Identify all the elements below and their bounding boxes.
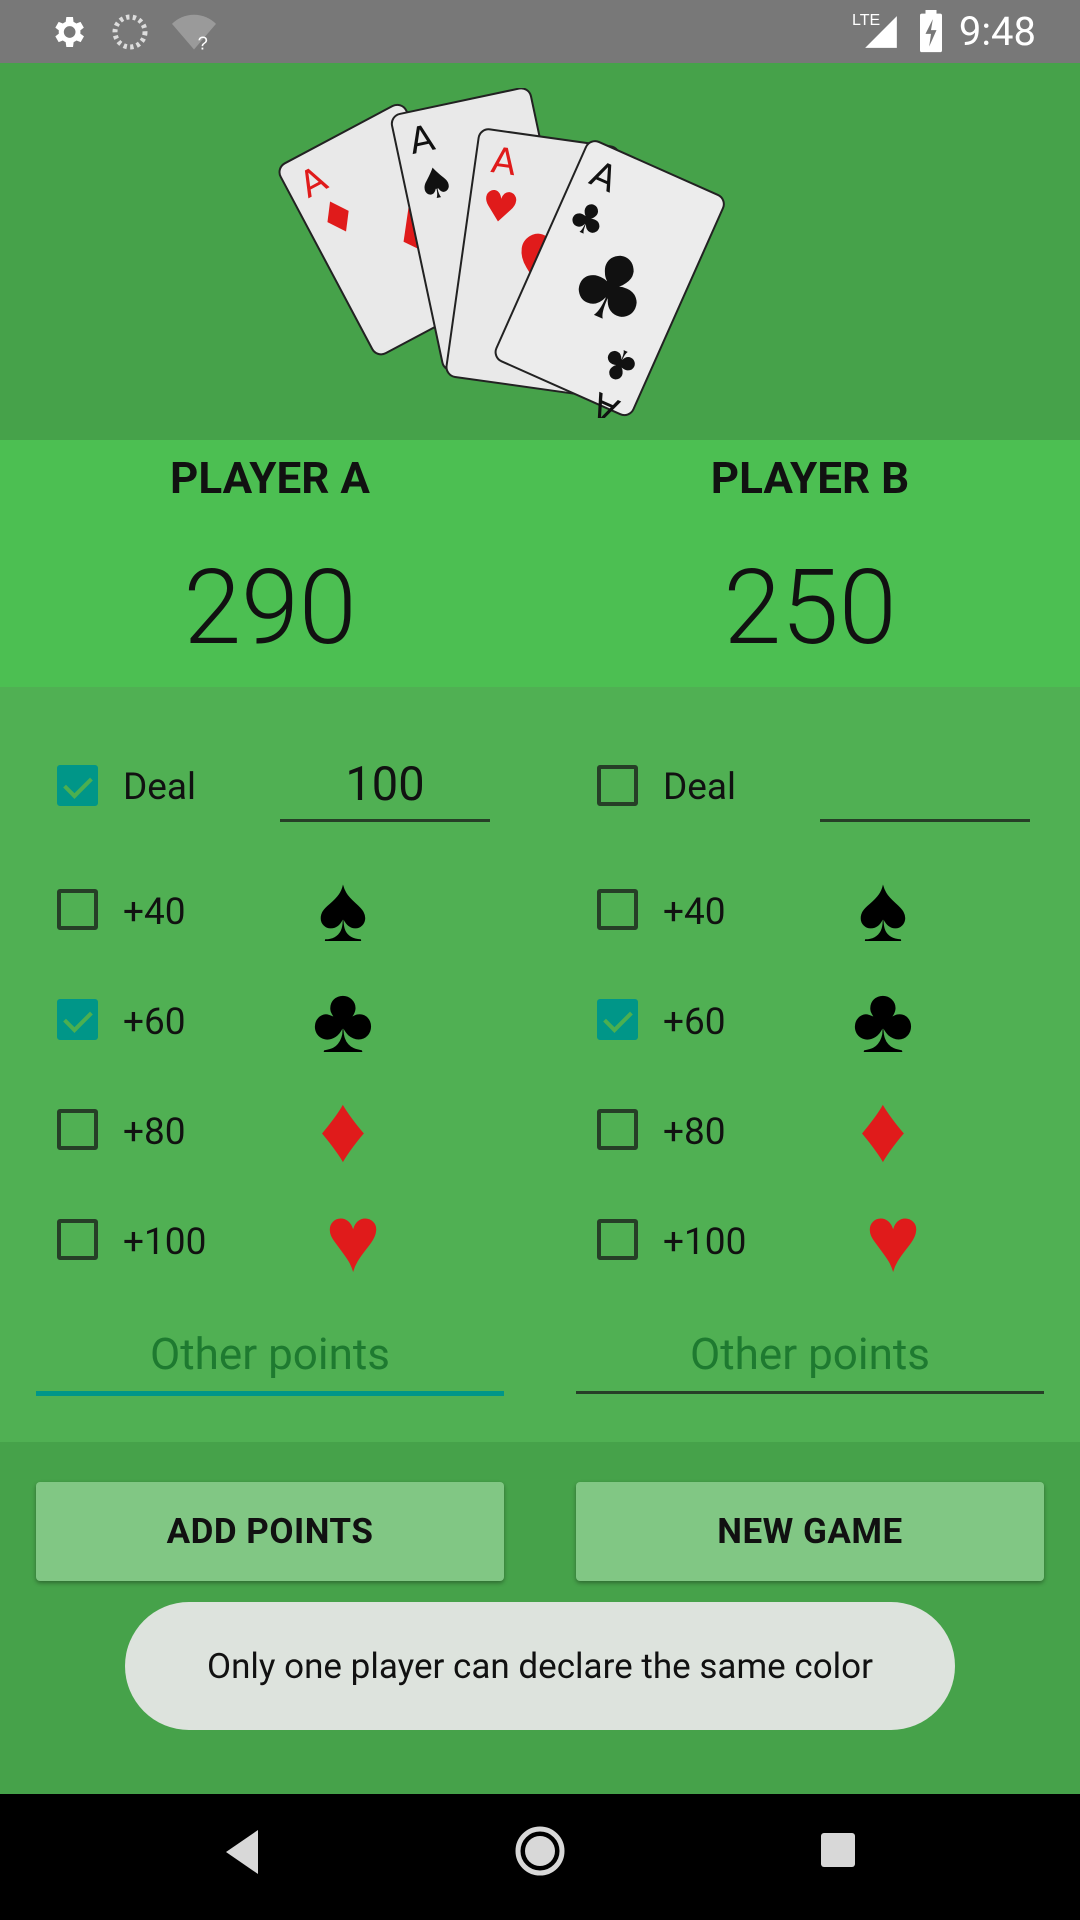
player-a-other-points-underline [36, 1391, 504, 1396]
add-points-button[interactable]: ADD POINTS [36, 1482, 504, 1581]
player-b-score: 250 [723, 548, 897, 669]
player-a-deal-checkbox[interactable] [57, 765, 98, 806]
player-a-deal-label: Deal [123, 766, 197, 809]
battery-charging-icon [920, 10, 942, 53]
player-b-deal-label: Deal [663, 766, 737, 809]
settings-icon [55, 17, 84, 47]
player-a-bonus-100-checkbox[interactable] [57, 1219, 98, 1260]
navigation-bar [0, 1794, 1080, 1920]
player-a-other-points-input[interactable]: Other points [36, 1328, 504, 1380]
player-b-other-points-input[interactable]: Other points [576, 1328, 1044, 1380]
player-b-bonus-100-label: +100 [663, 1221, 747, 1264]
player-b-bonus-80-checkbox[interactable] [597, 1109, 638, 1150]
club-icon: ♣ [312, 965, 374, 1075]
player-b-bonus-60-checkbox[interactable] [597, 999, 638, 1040]
player-b-other-points-underline [576, 1391, 1044, 1394]
heart-icon: ♥ [865, 1184, 921, 1294]
player-a-bonus-40-label: +40 [123, 891, 186, 934]
home-icon[interactable] [513, 1824, 567, 1878]
player-a-bonus-100-label: +100 [123, 1221, 207, 1264]
player-b-deal-checkbox[interactable] [597, 765, 638, 806]
diamond-icon: ♦ [859, 1074, 907, 1184]
player-a-name: PLAYER A [170, 452, 370, 504]
svg-text:?: ? [198, 33, 208, 53]
back-icon[interactable] [222, 1826, 262, 1878]
player-b-deal-underline [820, 819, 1030, 822]
player-a-bonus-60-checkbox[interactable] [57, 999, 98, 1040]
club-icon: ♣ [852, 965, 914, 1075]
player-b-bonus-40-checkbox[interactable] [597, 889, 638, 930]
recents-icon[interactable] [820, 1832, 856, 1868]
spade-icon: ♠ [318, 854, 368, 964]
player-b-bonus-80-label: +80 [663, 1111, 726, 1154]
header-banner: A A ♠ ♠ A ♥ ♥ A ♣ ♣ A ♣ [0, 63, 1080, 440]
diamond-icon: ♦ [319, 1074, 367, 1184]
player-a-deal-underline [280, 819, 490, 822]
wifi-unknown-icon: ? [172, 14, 216, 52]
new-game-button[interactable]: NEW GAME [576, 1482, 1044, 1581]
spade-icon: ♠ [858, 854, 908, 964]
player-b-bonus-60-label: +60 [663, 1001, 726, 1044]
heart-icon: ♥ [325, 1184, 381, 1294]
cell-signal-icon [865, 16, 897, 48]
toast-message: Only one player can declare the same col… [125, 1602, 955, 1730]
player-a-deal-input[interactable]: 100 [280, 757, 490, 812]
clock: 9:48 [958, 8, 1036, 55]
player-b-bonus-100-checkbox[interactable] [597, 1219, 638, 1260]
aces-cards-illustration: A A ♠ ♠ A ♥ ♥ A ♣ ♣ A ♣ [278, 88, 725, 418]
player-b-name: PLAYER B [710, 452, 910, 504]
sync-icon [112, 14, 148, 50]
svg-text:♥: ♥ [478, 180, 522, 234]
player-a-bonus-60-label: +60 [123, 1001, 186, 1044]
status-bar: ? LTE 9:48 [0, 0, 1080, 63]
player-a-bonus-80-label: +80 [123, 1111, 186, 1154]
player-a-bonus-40-checkbox[interactable] [57, 889, 98, 930]
player-a-score: 290 [183, 548, 357, 669]
player-a-bonus-80-checkbox[interactable] [57, 1109, 98, 1150]
player-b-bonus-40-label: +40 [663, 891, 726, 934]
